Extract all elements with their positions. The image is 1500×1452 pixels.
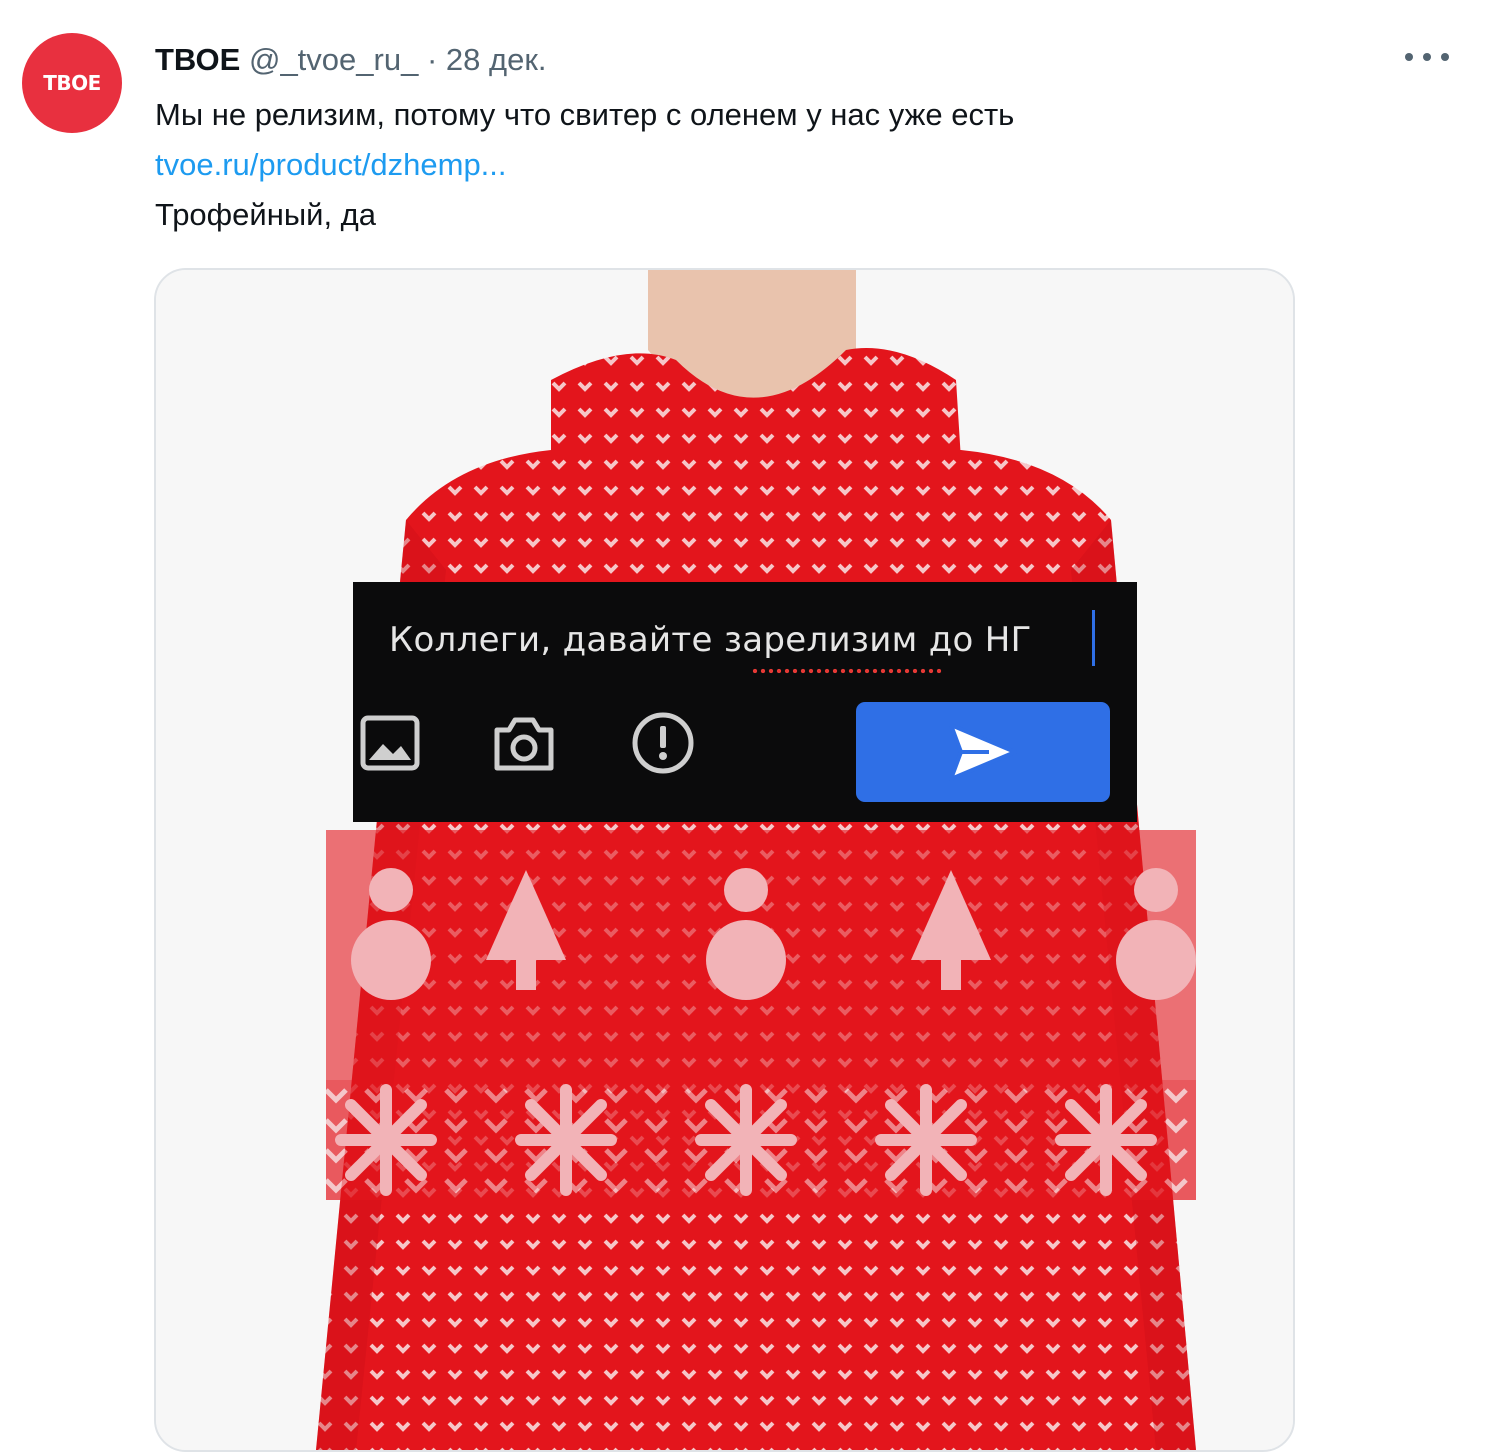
tweet-media-image[interactable]: Коллеги, давайте зарелизим до НГ — [154, 268, 1295, 1452]
avatar-logo-text: ТВОЕ — [43, 71, 101, 95]
tweet-text-line: Трофейный, да — [155, 197, 377, 232]
spellcheck-underline — [751, 668, 943, 674]
author-handle[interactable]: @_tvoe_ru_ — [249, 42, 418, 77]
sweater-photo — [156, 270, 1293, 1450]
header-separator: · — [426, 42, 438, 77]
send-icon — [949, 723, 1017, 781]
author-name[interactable]: ТВОЕ — [155, 42, 240, 77]
tweet-text: Мы не релизим, потому что свитер с олене… — [155, 90, 1014, 240]
text-caret — [1092, 610, 1095, 666]
message-composer: Коллеги, давайте зарелизим до НГ — [353, 582, 1137, 822]
tweet-text-line: Мы не релизим, потому что свитер с олене… — [155, 97, 1015, 132]
tweet-header: ТВОЕ @_tvoe_ru_ · 28 дек. — [155, 40, 547, 80]
message-input[interactable]: Коллеги, давайте зарелизим до НГ — [389, 620, 1032, 660]
camera-icon[interactable] — [491, 710, 557, 776]
alert-icon[interactable] — [630, 710, 696, 776]
avatar[interactable]: ТВОЕ — [22, 33, 122, 133]
send-button[interactable] — [856, 702, 1110, 802]
tweet-link[interactable]: tvoe.ru/product/dzhemp... — [155, 140, 1014, 190]
tweet-date[interactable]: 28 дек. — [446, 42, 547, 77]
more-options-icon[interactable] — [1405, 42, 1449, 72]
image-icon[interactable] — [357, 710, 423, 776]
